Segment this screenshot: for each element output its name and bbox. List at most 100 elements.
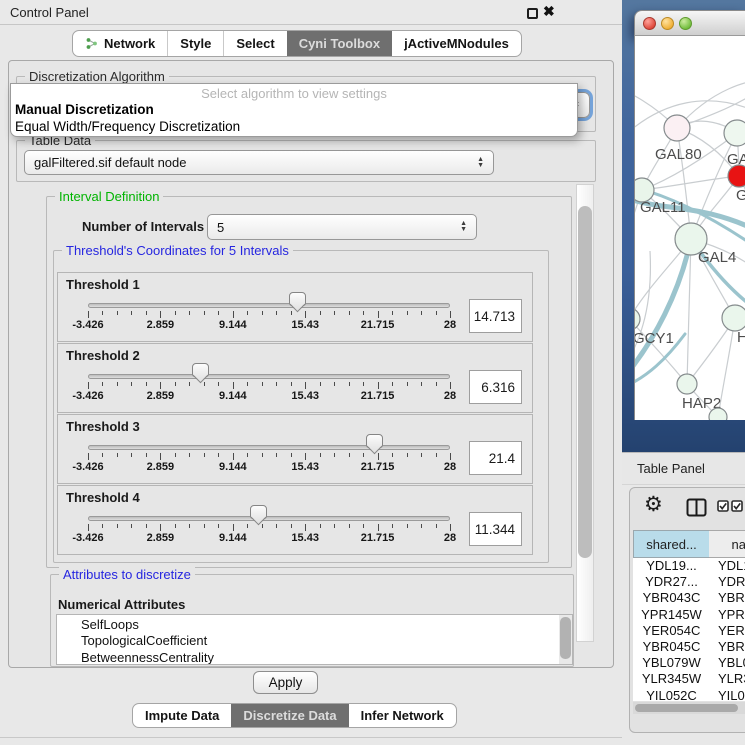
list-item-betweennesscentrality[interactable]: BetweennessCentrality xyxy=(81,650,572,665)
network-node-gcy1[interactable] xyxy=(635,308,640,330)
float-window-icon[interactable] xyxy=(527,8,538,19)
tick-mark xyxy=(218,382,219,386)
tab-network[interactable]: Network xyxy=(73,31,167,56)
table-row[interactable]: YDR27...YDR2 xyxy=(633,574,745,590)
list-item-selfloops[interactable]: SelfLoops xyxy=(81,617,572,633)
dropdown-item-manual-discretization[interactable]: Manual Discretization xyxy=(15,102,154,117)
scrollbar-thumb[interactable] xyxy=(560,617,571,659)
tick-mark xyxy=(349,524,350,528)
tab-label: Style xyxy=(180,36,211,51)
network-node-h[interactable] xyxy=(722,305,745,331)
tick-mark xyxy=(146,524,147,528)
apply-button[interactable]: Apply xyxy=(253,671,318,694)
panel-vertical-scrollbar[interactable] xyxy=(576,184,594,642)
table-row[interactable]: YBR043CYBR0 xyxy=(633,590,745,606)
table-row[interactable]: YBL079WYBL0 xyxy=(633,655,745,671)
cell-name: YLR3 xyxy=(718,671,745,687)
table-horizontal-scrollbar[interactable] xyxy=(633,702,745,714)
network-canvas[interactable]: GAL80GAGGAL11GAL4GCY1HHAP2 xyxy=(634,36,745,420)
threshold-value-field[interactable]: 14.713 xyxy=(469,299,522,333)
threshold-value-field[interactable]: 11.344 xyxy=(469,512,522,546)
slider-thumb[interactable] xyxy=(289,292,306,313)
attributes-list-scrollbar[interactable] xyxy=(559,615,572,664)
network-node-gal80[interactable] xyxy=(664,115,690,141)
tick-mark xyxy=(450,524,451,531)
close-traffic-light[interactable] xyxy=(643,17,656,30)
cell-shared-name: YIL052C xyxy=(633,688,710,702)
table-row[interactable]: YER054CYER0 xyxy=(633,623,745,639)
network-node[interactable] xyxy=(709,408,727,420)
column-header-shared-name[interactable]: shared... xyxy=(633,530,710,558)
scrollbar-thumb[interactable] xyxy=(578,206,592,558)
tab-style[interactable]: Style xyxy=(167,31,223,56)
tick-mark xyxy=(276,311,277,315)
tick-label: 28 xyxy=(444,390,456,402)
slider-thumb[interactable] xyxy=(250,505,267,526)
tab-impute-data[interactable]: Impute Data xyxy=(133,704,231,727)
tab-cyni-toolbox[interactable]: Cyni Toolbox xyxy=(287,31,392,56)
tick-mark xyxy=(204,311,205,315)
cell-name: YDL1 xyxy=(718,558,745,574)
slider-tick-labels: -3.4262.8599.14415.4321.71528 xyxy=(88,461,450,474)
slider-track[interactable] xyxy=(88,445,450,450)
node-label: GAL80 xyxy=(655,146,702,163)
tick-mark xyxy=(218,311,219,315)
tab-select[interactable]: Select xyxy=(223,31,286,56)
tick-mark xyxy=(320,382,321,386)
node-label: H xyxy=(737,329,745,346)
number-of-intervals-combobox[interactable]: 5 ▲▼ xyxy=(207,214,477,240)
tab-discretize-data[interactable]: Discretize Data xyxy=(231,704,348,727)
tick-mark xyxy=(131,524,132,528)
slider-thumb[interactable] xyxy=(192,363,209,384)
cell-name: YIL0 xyxy=(718,688,745,702)
dropdown-hint: Select algorithm to view settings xyxy=(11,86,577,101)
slider-track[interactable] xyxy=(88,303,450,308)
network-node-ga[interactable] xyxy=(724,120,745,146)
control-panel-titlebar: Control Panel ✖ xyxy=(0,0,622,25)
close-icon[interactable]: ✖ xyxy=(543,3,555,20)
cell-name: YER0 xyxy=(718,623,745,639)
table-panel-titlebar: Table Panel xyxy=(622,452,745,485)
split-columns-icon[interactable] xyxy=(686,497,707,521)
slider-track[interactable] xyxy=(88,374,450,379)
zoom-traffic-light[interactable] xyxy=(679,17,692,30)
list-item-topologicalcoefficient[interactable]: TopologicalCoefficient xyxy=(81,633,572,649)
cell-name: YPR1 xyxy=(718,607,745,623)
tick-mark xyxy=(218,524,219,528)
threshold-panel-3: Threshold 3-3.4262.8599.14415.4321.71528… xyxy=(57,414,533,484)
column-header-name[interactable]: na xyxy=(709,530,745,558)
interval-definition-legend: Interval Definition xyxy=(55,189,163,204)
tick-label: 21.715 xyxy=(361,319,395,331)
cell-shared-name: YDR27... xyxy=(633,574,710,590)
table-row[interactable]: YLR345WYLR3 xyxy=(633,671,745,687)
tick-mark xyxy=(247,382,248,386)
node-label: G xyxy=(736,187,745,204)
tab-jactivemnodules[interactable]: jActiveMNodules xyxy=(392,31,521,56)
threshold-value-field[interactable]: 21.4 xyxy=(469,441,522,475)
tab-infer-network[interactable]: Infer Network xyxy=(349,704,456,727)
gear-icon[interactable]: ⚙ xyxy=(644,494,663,515)
network-node-hap2[interactable] xyxy=(677,374,697,394)
number-of-intervals-label: Number of Intervals xyxy=(82,219,204,234)
table-data-combobox[interactable]: galFiltered.sif default node ▲▼ xyxy=(24,150,494,175)
network-node-g[interactable] xyxy=(728,165,745,187)
table-row[interactable]: YIL052C YIL0 xyxy=(633,688,745,702)
threshold-value-field[interactable]: 6.316 xyxy=(469,370,522,404)
tick-label: 9.144 xyxy=(219,461,247,473)
slider-thumb[interactable] xyxy=(366,434,383,455)
checkbox-icon[interactable] xyxy=(717,500,729,515)
tick-mark xyxy=(334,382,335,386)
table-row[interactable]: YDL19...YDL1 xyxy=(633,558,745,574)
tick-mark xyxy=(349,311,350,315)
slider-track[interactable] xyxy=(88,516,450,521)
table-row[interactable]: YPR145WYPR1 xyxy=(633,607,745,623)
tick-label: 2.859 xyxy=(147,461,175,473)
minimize-traffic-light[interactable] xyxy=(661,17,674,30)
scrollbar-thumb[interactable] xyxy=(635,704,738,712)
slider-ticks xyxy=(88,382,450,390)
table-row[interactable]: YBR045CYBR0 xyxy=(633,639,745,655)
checkbox-icon[interactable] xyxy=(731,500,743,515)
tick-label: -3.426 xyxy=(72,390,103,402)
dropdown-item-equal-width-frequency[interactable]: Equal Width/Frequency Discretization xyxy=(15,119,240,134)
slider-ticks xyxy=(88,311,450,319)
